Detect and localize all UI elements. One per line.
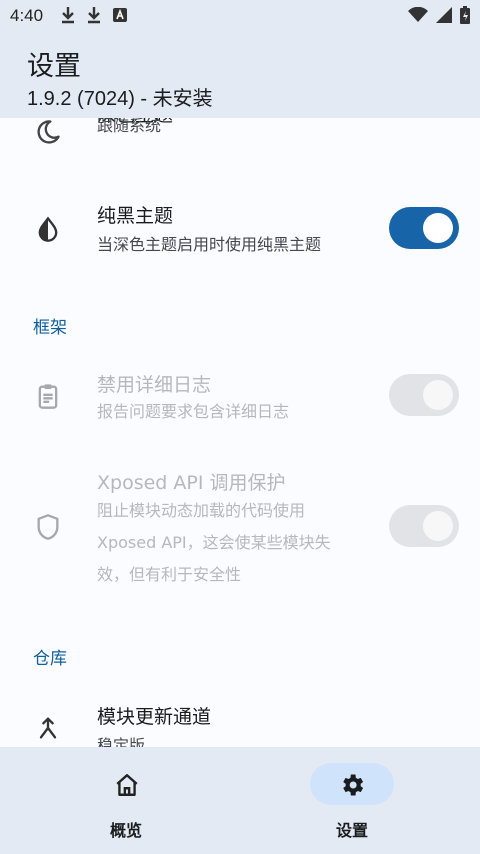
black-theme-switch[interactable] <box>389 207 459 249</box>
wifi-icon <box>408 7 428 22</box>
bottom-navigation: 概览 设置 <box>0 747 480 854</box>
moon-icon <box>37 120 60 144</box>
shield-icon <box>37 514 59 540</box>
merge-icon <box>39 717 57 739</box>
setting-summary: 当深色主题启用时使用纯黑主题 <box>97 235 322 254</box>
setting-title: 禁用详细日志 <box>97 374 212 396</box>
status-time: 4:40 <box>10 6 44 25</box>
setting-summary: 报告问题要求包含详细日志 <box>97 402 290 421</box>
status-bar: 4:40 <box>0 0 480 32</box>
setting-dark-theme[interactable]: 深色主题 跟随系统 <box>0 118 480 176</box>
signal-icon <box>436 7 452 23</box>
setting-summary-line: 效，但有利于安全性 <box>97 565 242 584</box>
clipboard-icon <box>38 384 58 409</box>
gear-icon <box>343 774 364 796</box>
font-notification-icon <box>113 8 127 22</box>
home-icon <box>116 774 138 796</box>
setting-title: 纯黑主题 <box>97 205 174 227</box>
status-notifications <box>60 6 128 24</box>
switch-knob <box>423 511 453 541</box>
switch-knob <box>423 380 453 410</box>
nav-label: 概览 <box>109 821 142 840</box>
nav-overview[interactable]: 概览 <box>0 747 240 854</box>
api-protection-switch[interactable] <box>389 505 459 547</box>
switch-knob <box>423 213 453 243</box>
page-title: 设置 <box>27 51 81 82</box>
section-header-repo: 仓库 <box>33 649 67 669</box>
settings-list[interactable]: 深色主题 跟随系统 纯黑主题 当深色主题启用时使用纯黑主题 框架 禁用详细日志 … <box>0 118 480 748</box>
setting-title: 模块更新通道 <box>97 706 212 728</box>
contrast-icon <box>38 216 58 242</box>
top-app-bar: 设置 1.9.2 (7024) - 未安装 <box>0 32 480 118</box>
setting-summary: 稳定版 <box>97 736 146 748</box>
setting-black-theme[interactable]: 纯黑主题 当深色主题启用时使用纯黑主题 <box>0 193 480 273</box>
setting-disable-verbose-log[interactable]: 禁用详细日志 报告问题要求包含详细日志 <box>0 360 480 430</box>
setting-title: Xposed API 调用保护 <box>97 472 286 494</box>
setting-module-update-channel[interactable]: 模块更新通道 稳定版 <box>0 692 480 748</box>
setting-xposed-api-protection[interactable]: Xposed API 调用保护 阻止模块动态加载的代码使用 Xposed API… <box>0 458 480 598</box>
setting-summary-line: Xposed API，这会使某些模块失 <box>97 533 331 552</box>
nav-label: 设置 <box>335 821 368 840</box>
status-system-icons <box>408 6 470 24</box>
battery-icon <box>460 6 470 24</box>
download-icon <box>62 7 74 24</box>
verbose-log-switch[interactable] <box>389 374 459 416</box>
app-version: 1.9.2 (7024) - 未安装 <box>27 88 213 110</box>
nav-settings[interactable]: 设置 <box>240 747 480 854</box>
setting-summary: 跟随系统 <box>97 118 162 135</box>
section-header-framework: 框架 <box>33 318 67 338</box>
download-icon <box>88 7 100 24</box>
setting-summary-line: 阻止模块动态加载的代码使用 <box>97 501 306 520</box>
